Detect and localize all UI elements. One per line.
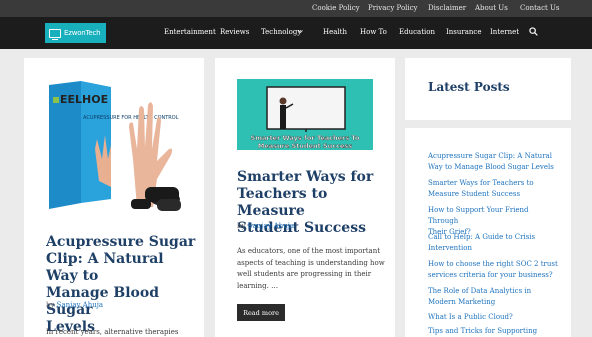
post-excerpt: In recent years, alternative therapies h…: [46, 328, 179, 336]
latest-post-link[interactable]: What Is a Public Cloud?: [428, 312, 558, 323]
nav-reviews[interactable]: Reviews: [220, 28, 249, 36]
nav-entertainment[interactable]: Entertainment: [164, 28, 216, 36]
image-caption-2: Measure Student Success: [258, 142, 352, 150]
top-link-about-us[interactable]: About Us: [475, 4, 508, 12]
top-link-contact-us[interactable]: Contact Us: [520, 4, 560, 12]
product-caption: ACUPRESSURE FOR HEALTH CONTROL: [83, 115, 179, 121]
post-image-teachers[interactable]: Smarter Ways for Teachers To Measure Stu…: [237, 79, 373, 150]
post-image-acupressure[interactable]: EELHOE ACUPRESSURE FOR HEALTH CONTROL: [45, 79, 181, 213]
latest-post-link[interactable]: Acupressure Sugar Clip: A Natural Way to …: [428, 151, 558, 173]
top-link-disclaimer[interactable]: Disclaimer: [428, 4, 466, 12]
laptop-icon: [49, 28, 61, 40]
top-link-privacy-policy[interactable]: Privacy Policy: [368, 4, 418, 12]
post-byline: by Sanjay Ahuja: [237, 222, 295, 230]
nav-how-to[interactable]: How To: [360, 28, 387, 36]
main-nav: EzwonTech Entertainment Reviews Technolo…: [0, 17, 592, 49]
nav-insurance[interactable]: Insurance: [446, 28, 481, 36]
search-icon[interactable]: [529, 27, 538, 36]
author-link[interactable]: Sanjay Ahuja: [248, 222, 294, 230]
read-more-button[interactable]: Read more: [237, 304, 285, 321]
nav-internet[interactable]: Internet: [490, 28, 519, 36]
latest-post-link[interactable]: Call to Help: A Guide to Crisis Intervent…: [428, 232, 558, 254]
nav-education[interactable]: Education: [399, 28, 435, 36]
post-title-acupressure[interactable]: Acupressure Sugar Clip: A Natural Way to…: [46, 234, 196, 336]
top-bar: Cookie Policy Privacy Policy Disclaimer …: [0, 0, 592, 17]
top-link-cookie-policy[interactable]: Cookie Policy: [312, 4, 360, 12]
nav-technology[interactable]: Technology: [261, 28, 301, 36]
latest-posts-title: Latest Posts: [428, 80, 510, 94]
latest-post-link[interactable]: Smarter Ways for Teachers to Measure Stud…: [428, 178, 558, 200]
latest-post-link[interactable]: How to choose the right SOC 2 trust servi…: [428, 259, 558, 281]
nav-health[interactable]: Health: [323, 28, 347, 36]
chevron-down-icon[interactable]: [298, 29, 303, 34]
latest-post-link[interactable]: The Role of Data Analytics in Modern Mark…: [428, 286, 558, 308]
logo-text: EzwonTech: [64, 29, 101, 37]
site-logo[interactable]: EzwonTech: [45, 23, 106, 43]
latest-post-link[interactable]: Tips and Tricks for Supporting: [428, 326, 558, 337]
image-caption-1: Smarter Ways for Teachers To: [251, 134, 360, 142]
post-byline: by Sanjay Ahuja: [46, 301, 104, 309]
post-excerpt: As educators, one of the most important …: [237, 247, 385, 290]
product-brand: EELHOE: [60, 93, 108, 106]
author-link[interactable]: Sanjay Ahuja: [57, 301, 103, 309]
